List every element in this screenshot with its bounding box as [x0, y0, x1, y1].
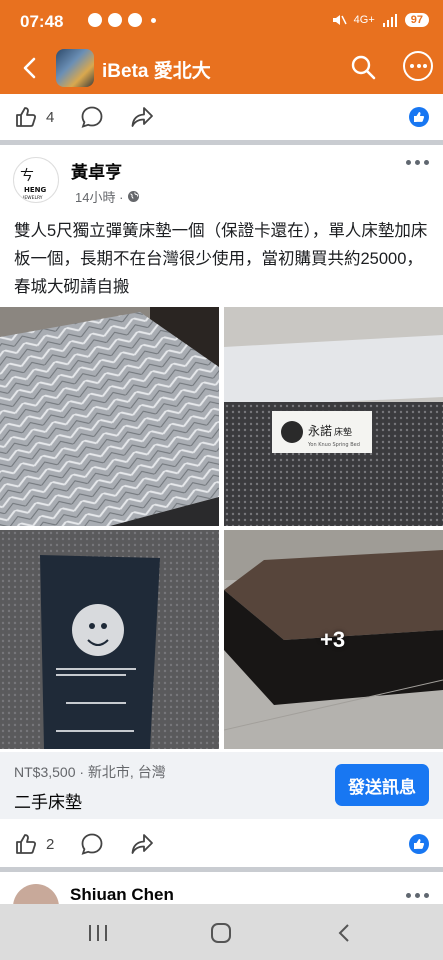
post-time[interactable]: 14小時 ·: [75, 187, 123, 206]
like-button[interactable]: 4: [14, 105, 54, 129]
next-post-more-icon[interactable]: [406, 893, 429, 898]
home-icon[interactable]: [209, 922, 233, 944]
photo-warranty-card[interactable]: [0, 530, 219, 749]
comment-button[interactable]: [80, 832, 104, 856]
post-actions: 2: [0, 821, 443, 867]
network-label: 4G+: [353, 14, 375, 26]
listing-info[interactable]: NT$3,500 · 新北市, 台灣 二手床墊 發送訊息: [0, 752, 443, 819]
svg-text:床墊: 床墊: [334, 426, 352, 438]
back-icon[interactable]: [16, 54, 44, 82]
share-icon: [131, 107, 153, 127]
svg-text:Yon Knuo Spring Bed: Yon Knuo Spring Bed: [307, 442, 360, 448]
svg-text:ㄘ: ㄘ: [20, 168, 34, 184]
send-message-button[interactable]: 發送訊息: [335, 764, 429, 806]
top-bar: 07:48 4G+ 97 iBeta 愛北大: [0, 0, 443, 94]
photo-mattress-overview[interactable]: [0, 307, 219, 526]
svg-text:JEWELRY: JEWELRY: [22, 195, 43, 201]
search-icon[interactable]: [349, 53, 377, 81]
group-title[interactable]: iBeta 愛北大: [102, 56, 211, 83]
messenger-icon: [108, 13, 122, 27]
comment-icon: [81, 106, 103, 128]
listing-title: 二手床墊: [14, 793, 82, 812]
comment-icon: [81, 833, 103, 855]
line-icon: [128, 13, 142, 27]
recent-apps-icon[interactable]: [86, 922, 110, 944]
svg-text:永諾: 永諾: [308, 423, 332, 438]
post-author[interactable]: 黃卓亨: [71, 158, 122, 183]
mute-icon: [332, 15, 347, 25]
more-notifications-icon: [151, 17, 156, 23]
status-bar: 07:48 4G+ 97: [0, 0, 443, 44]
notification-icons: [88, 13, 156, 27]
notification-icon: [88, 13, 102, 27]
status-right: 4G+ 97: [331, 12, 429, 28]
globe-icon: [128, 191, 140, 202]
thumbs-up-icon: [16, 834, 37, 854]
listing-price-location: NT$3,500 · 新北市, 台灣: [14, 764, 166, 780]
post-meta: 14小時 ·: [75, 187, 140, 206]
like-reaction-icon: [409, 107, 429, 127]
system-nav-bar: [0, 904, 443, 960]
previous-post-actions: 4: [0, 94, 443, 140]
app-bar: iBeta 愛北大: [0, 44, 443, 94]
svg-text:HENG: HENG: [24, 186, 46, 194]
group-avatar[interactable]: [56, 49, 94, 87]
photo-mattress-label[interactable]: 永諾 床墊 Yon Knuo Spring Bed: [224, 307, 443, 526]
next-post-author[interactable]: Shiuan Chen: [70, 885, 174, 905]
post-separator: [0, 867, 443, 872]
share-button[interactable]: [130, 832, 154, 856]
post-text: 雙人5尺獨立彈簧床墊一個（保證卡還在），單人床墊加床板一個，長期不在台灣很少使用…: [14, 222, 428, 296]
comment-button[interactable]: [80, 105, 104, 129]
share-button[interactable]: [130, 105, 154, 129]
post-separator: [0, 140, 443, 145]
more-photos-count[interactable]: +3: [320, 627, 345, 653]
like-reaction-icon: [409, 834, 429, 854]
more-options-icon[interactable]: [403, 51, 433, 81]
share-icon: [131, 834, 153, 854]
post-more-icon[interactable]: [406, 160, 429, 165]
back-nav-icon[interactable]: [333, 922, 357, 944]
status-time: 07:48: [20, 12, 64, 31]
battery-icon: 97: [404, 13, 429, 27]
thumbs-up-icon: [16, 107, 37, 127]
like-count: 2: [46, 835, 55, 853]
signal-icon: [382, 14, 397, 27]
like-count: 4: [46, 108, 55, 126]
author-avatar[interactable]: ㄘ HENG JEWELRY: [13, 157, 59, 203]
like-button[interactable]: 2: [14, 832, 54, 856]
